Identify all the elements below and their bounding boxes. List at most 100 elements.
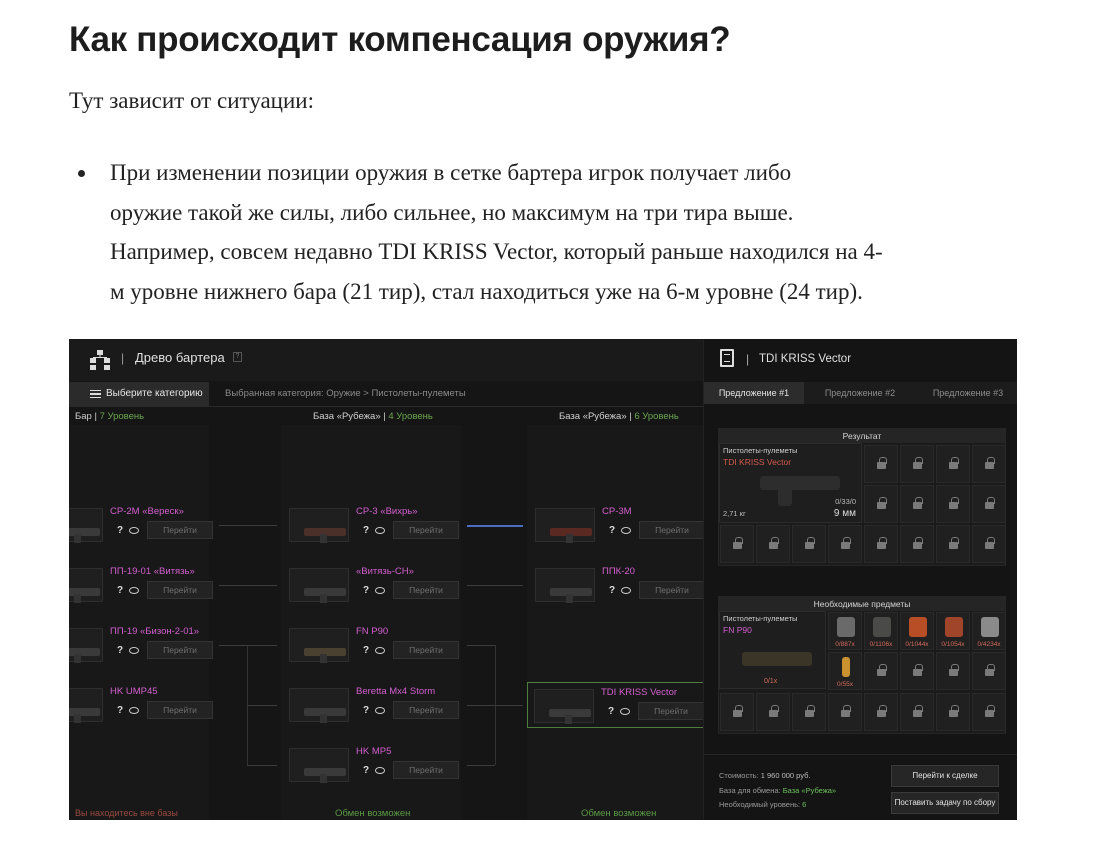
eye-icon[interactable]	[375, 767, 385, 774]
go-to-deal-button[interactable]: Перейти к сделке	[891, 765, 999, 787]
status-exchange-possible: Обмен возможен	[335, 808, 411, 819]
resource-slot[interactable]: 0/1044x	[900, 612, 934, 650]
eye-icon[interactable]	[129, 647, 139, 654]
info-icon[interactable]: ?	[609, 585, 615, 596]
go-button[interactable]: Перейти	[638, 702, 704, 720]
lock-icon	[805, 705, 815, 717]
locked-slot	[828, 525, 862, 563]
lock-icon	[877, 664, 887, 676]
weapon-name: СР-3М	[602, 506, 632, 517]
resource-slot[interactable]: 0/1106x	[864, 612, 898, 650]
tab-offer-3[interactable]: Предложение #3	[918, 382, 1017, 404]
vector-image	[760, 476, 840, 490]
eye-icon[interactable]	[129, 587, 139, 594]
go-button[interactable]: Перейти	[147, 521, 213, 539]
crystal-icon	[945, 617, 963, 637]
vial-icon	[842, 657, 850, 677]
info-icon[interactable]: ?	[609, 525, 615, 536]
result-item[interactable]: Пистолеты-пулеметы TDI KRISS Vector 2,71…	[719, 443, 862, 523]
weapon-thumb	[69, 508, 103, 543]
go-button[interactable]: Перейти	[639, 581, 705, 599]
p90-image	[742, 652, 812, 666]
weapon-name: ПП-19-01 «Витязь»	[110, 566, 195, 577]
info-icon[interactable]: ?	[117, 525, 123, 536]
help-icon[interactable]: ?	[233, 352, 242, 362]
locked-slot	[972, 652, 1006, 690]
set-collect-task-button[interactable]: Поставить задачу по сбору	[891, 792, 999, 814]
go-button[interactable]: Перейти	[147, 581, 213, 599]
barter-card[interactable]: HK UMP45 ? Перейти	[69, 682, 217, 728]
weapon-thumb	[289, 748, 349, 783]
title-separator: |	[746, 352, 750, 366]
eye-icon[interactable]	[620, 708, 630, 715]
info-icon[interactable]: ?	[117, 585, 123, 596]
info-icon[interactable]: ?	[363, 585, 369, 596]
required-item[interactable]: Пистолеты-пулеметы FN P90 0/1x	[719, 611, 826, 689]
lock-icon	[985, 497, 995, 509]
eye-icon[interactable]	[375, 527, 385, 534]
go-button[interactable]: Перейти	[393, 761, 459, 779]
barter-card-selected[interactable]: TDI KRISS Vector ? Перейти	[527, 682, 707, 728]
eye-icon[interactable]	[375, 647, 385, 654]
lock-icon	[949, 497, 959, 509]
go-button[interactable]: Перейти	[393, 581, 459, 599]
eye-icon[interactable]	[129, 527, 139, 534]
barter-card[interactable]: HK MP5 ? Перейти	[283, 742, 463, 788]
document-icon	[720, 349, 734, 367]
tab-offer-2[interactable]: Предложение #2	[810, 382, 910, 404]
weapon-name: СР-3 «Вихрь»	[356, 506, 418, 517]
info-icon[interactable]: ?	[363, 705, 369, 716]
go-button[interactable]: Перейти	[639, 521, 705, 539]
info-icon[interactable]: ?	[608, 706, 614, 717]
weapon-name: ППК-20	[602, 566, 635, 577]
info-icon[interactable]: ?	[117, 645, 123, 656]
weapon-thumb	[535, 508, 595, 543]
weapon-thumb	[69, 568, 103, 603]
barter-card[interactable]: СР-3М ? Перейти	[529, 502, 709, 548]
connector	[467, 705, 523, 706]
weapon-name: HK MP5	[356, 746, 392, 757]
locked-slot	[972, 445, 1006, 483]
eye-icon[interactable]	[375, 587, 385, 594]
lock-icon	[733, 705, 743, 717]
weapon-thumb	[534, 689, 594, 724]
info-icon[interactable]: ?	[363, 765, 369, 776]
barter-card[interactable]: FN P90 ? Перейти	[283, 622, 463, 668]
column-header-bar: Бар | 7 Уровень	[75, 411, 145, 422]
eye-icon[interactable]	[621, 527, 631, 534]
barter-card[interactable]: ППК-20 ? Перейти	[529, 562, 709, 608]
weapon-name: ПП-19 «Бизон-2-01»	[110, 626, 200, 637]
info-icon[interactable]: ?	[363, 645, 369, 656]
go-button[interactable]: Перейти	[393, 641, 459, 659]
locked-slot	[900, 525, 934, 563]
barter-card[interactable]: Beretta Mx4 Storm ? Перейти	[283, 682, 463, 728]
go-button[interactable]: Перейти	[147, 701, 213, 719]
locked-slot	[720, 693, 754, 731]
barter-card[interactable]: СР-2М «Вереск» ? Перейти	[69, 502, 217, 548]
tab-offer-1[interactable]: Предложение #1	[704, 382, 804, 404]
eye-icon[interactable]	[621, 587, 631, 594]
info-icon[interactable]: ?	[117, 705, 123, 716]
go-button[interactable]: Перейти	[393, 521, 459, 539]
barter-card[interactable]: СР-3 «Вихрь» ? Перейти	[283, 502, 463, 548]
resource-slot[interactable]: 0/1054x	[936, 612, 970, 650]
barter-card[interactable]: ПП-19-01 «Витязь» ? Перейти	[69, 562, 217, 608]
resource-slot[interactable]: 0/55x	[828, 652, 862, 690]
lock-icon	[949, 664, 959, 676]
category-button[interactable]: Выберите категорию	[69, 382, 209, 406]
eye-icon[interactable]	[375, 707, 385, 714]
barter-card[interactable]: «Витязь-СН» ? Перейти	[283, 562, 463, 608]
bullet-line: оружие такой же силы, либо сильнее, но м…	[110, 199, 794, 225]
locked-slot	[936, 652, 970, 690]
go-button[interactable]: Перейти	[393, 701, 459, 719]
weapon-thumb	[289, 688, 349, 723]
resource-slot[interactable]: 0/887x	[828, 612, 862, 650]
eye-icon[interactable]	[129, 707, 139, 714]
locked-slot	[936, 693, 970, 731]
info-icon[interactable]: ?	[363, 525, 369, 536]
ore-icon	[981, 617, 999, 637]
go-button[interactable]: Перейти	[147, 641, 213, 659]
resource-slot[interactable]: 0/4234x	[972, 612, 1006, 650]
scrap-icon	[873, 617, 891, 637]
barter-card[interactable]: ПП-19 «Бизон-2-01» ? Перейти	[69, 622, 217, 668]
